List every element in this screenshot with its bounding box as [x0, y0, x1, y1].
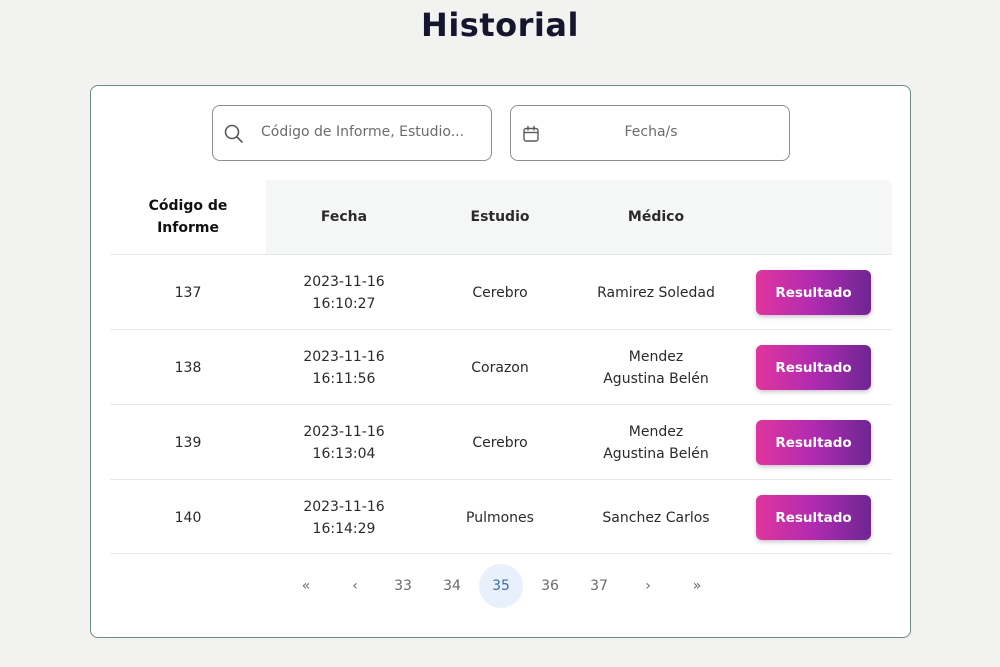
- page-button[interactable]: 36: [528, 564, 572, 608]
- resultado-button[interactable]: Resultado: [756, 420, 871, 465]
- cell-fecha: 2023-11-16 16:10:27: [303, 273, 385, 312]
- table-body: 137 2023-11-16 16:10:27 Cerebro Ramirez …: [110, 254, 892, 554]
- cell-medico: Sanchez Carlos: [602, 509, 710, 526]
- cell-estudio: Cerebro: [472, 434, 528, 451]
- cell-code: 140: [174, 509, 202, 526]
- cell-fecha: 2023-11-16 16:14:29: [303, 498, 385, 537]
- table-row: 140 2023-11-16 16:14:29 Pulmones Sanchez…: [110, 479, 892, 554]
- page-button-current[interactable]: 35: [479, 564, 523, 608]
- page-button[interactable]: 37: [577, 564, 621, 608]
- prev-page-button[interactable]: ‹: [333, 564, 377, 608]
- column-header-code: Código de Informe: [110, 180, 266, 254]
- cell-medico: Ramirez Soledad: [597, 284, 715, 301]
- column-header-fecha: Fecha: [320, 209, 368, 225]
- date-filter-input[interactable]: Fecha/s: [510, 105, 790, 161]
- cell-medico: Mendez Agustina Belén: [603, 348, 709, 387]
- search-icon: [224, 124, 243, 143]
- history-table: Código de Informe Fecha Estudio Médico 1…: [110, 180, 892, 554]
- cell-code: 138: [174, 359, 202, 376]
- page-title: Historial: [421, 6, 579, 44]
- cell-medico: Mendez Agustina Belén: [603, 423, 709, 462]
- last-page-button[interactable]: »: [675, 564, 719, 608]
- cell-estudio: Pulmones: [466, 509, 534, 526]
- column-header-medico: Médico: [627, 209, 685, 225]
- next-page-button[interactable]: ›: [626, 564, 670, 608]
- table-row: 139 2023-11-16 16:13:04 Cerebro Mendez A…: [110, 404, 892, 479]
- search-input[interactable]: Código de Informe, Estudio...: [212, 105, 492, 161]
- cell-estudio: Cerebro: [472, 284, 528, 301]
- table-row: 138 2023-11-16 16:11:56 Corazon Mendez A…: [110, 329, 892, 404]
- resultado-button[interactable]: Resultado: [756, 345, 871, 390]
- search-placeholder: Código de Informe, Estudio...: [261, 124, 465, 140]
- cell-code: 139: [174, 434, 202, 451]
- cell-fecha: 2023-11-16 16:13:04: [303, 423, 385, 462]
- history-card: Código de Informe, Estudio... Fecha/s Có…: [90, 85, 911, 638]
- table-header: Código de Informe Fecha Estudio Médico: [110, 180, 892, 254]
- resultado-button[interactable]: Resultado: [756, 270, 871, 315]
- cell-code: 137: [174, 284, 202, 301]
- resultado-button[interactable]: Resultado: [756, 495, 871, 540]
- cell-estudio: Corazon: [471, 359, 529, 376]
- page-button[interactable]: 33: [381, 564, 425, 608]
- page-button[interactable]: 34: [430, 564, 474, 608]
- column-header-code-label: Código de Informe: [148, 198, 228, 236]
- pagination: « ‹ 33 34 35 36 37 › »: [91, 564, 912, 610]
- first-page-button[interactable]: «: [284, 564, 328, 608]
- table-row: 137 2023-11-16 16:10:27 Cerebro Ramirez …: [110, 254, 892, 329]
- date-placeholder: Fecha/s: [624, 124, 678, 140]
- cell-fecha: 2023-11-16 16:11:56: [303, 348, 385, 387]
- column-header-estudio: Estudio: [470, 209, 530, 225]
